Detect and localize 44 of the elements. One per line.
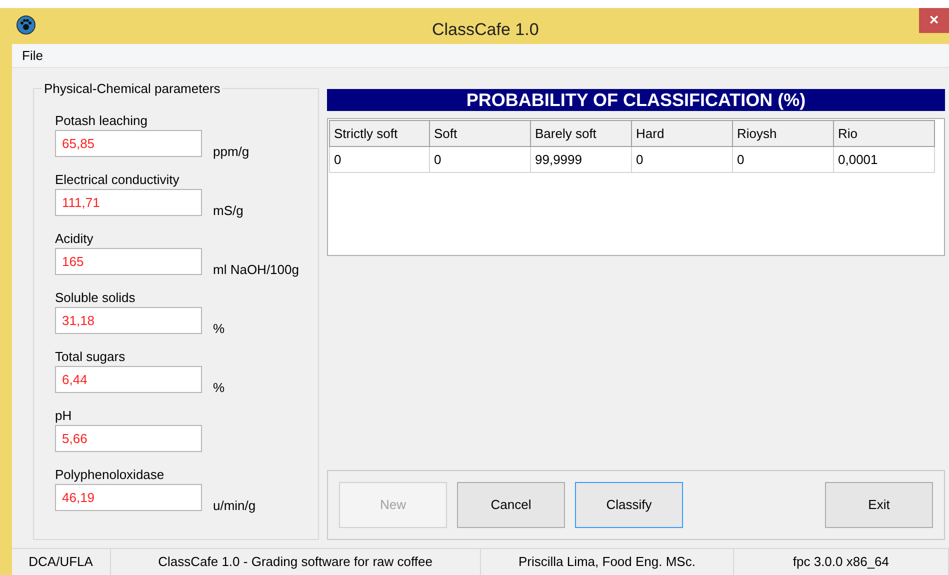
field-label: Electrical conductivity — [55, 171, 180, 189]
results-header: PROBABILITY OF CLASSIFICATION (%) — [327, 89, 945, 111]
field-label: Total sugars — [55, 348, 126, 366]
column-header[interactable]: Rio — [834, 120, 934, 146]
column-header[interactable]: Rioysh — [732, 120, 834, 146]
field-label: Potash leaching — [55, 112, 149, 130]
input-field[interactable]: 111,71 — [55, 189, 202, 216]
input-field[interactable]: 165 — [55, 248, 202, 275]
close-button[interactable]: × — [919, 8, 949, 33]
column-header[interactable]: Barely soft — [530, 120, 632, 146]
status-text: ClassCafe 1.0 - Grading software for raw coffee — [110, 549, 481, 575]
button[interactable]: Cancel — [457, 482, 565, 528]
field-label: Soluble solids — [55, 289, 136, 307]
table-cell: 0 — [632, 146, 732, 172]
unit-label: ml NaOH/100g — [213, 260, 299, 279]
unit-label: ppm/g — [213, 142, 250, 161]
unit-label: mS/g — [213, 202, 244, 220]
button[interactable]: Exit — [825, 482, 933, 528]
button[interactable]: Classify — [575, 482, 683, 528]
input-field[interactable]: 6,44 — [55, 366, 202, 393]
input-field[interactable]: 5,66 — [55, 425, 202, 452]
input-field[interactable]: 46,19 — [55, 484, 202, 511]
field-label: Acidity — [55, 230, 94, 248]
paw-icon — [16, 15, 36, 35]
field-label: pH — [55, 407, 73, 425]
table-cell: 0 — [330, 146, 430, 172]
status-text: DCA/UFLA — [12, 549, 111, 575]
input-field[interactable]: 31,18 — [55, 307, 202, 334]
table-cell: 0 — [732, 146, 834, 172]
column-header[interactable]: Soft — [430, 120, 530, 146]
menu-item[interactable]: File — [21, 46, 44, 66]
status-text: fpc 3.0.0 x86_64 — [734, 549, 949, 575]
unit-label: % — [213, 378, 225, 396]
column-header[interactable]: Strictly soft — [330, 120, 430, 146]
status-text: Priscilla Lima, Food Eng. MSc. — [481, 549, 734, 575]
field-label: Polyphenoloxidase — [55, 466, 166, 484]
table-cell: 0,0001 — [834, 146, 934, 172]
window-title: ClassCafe 1.0 — [432, 19, 539, 41]
column-header[interactable]: Hard — [632, 120, 732, 146]
table-cell: 99,9999 — [530, 146, 632, 172]
table-cell: 0 — [430, 146, 530, 172]
input-field[interactable]: 65,85 — [55, 130, 202, 157]
unit-label: % — [213, 320, 225, 338]
unit-label: u/min/g — [213, 496, 256, 515]
